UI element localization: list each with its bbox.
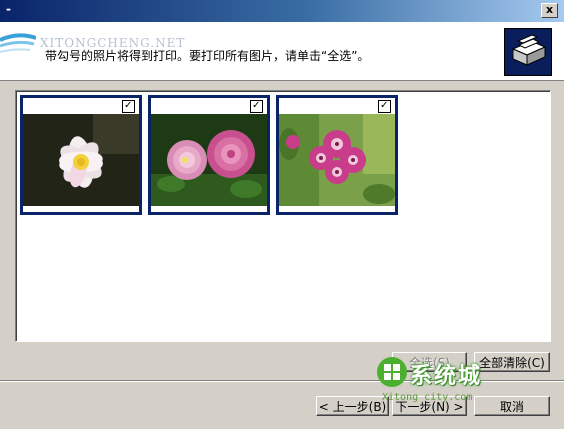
photo-item-peonies[interactable]: ✓ <box>148 95 270 215</box>
checkmark-icon: ✓ <box>124 100 133 111</box>
wizard-header: XITONGCHENG.NET 带勾号的照片将得到打印。要打印所有图片，请单击“… <box>0 22 564 81</box>
clear-all-button[interactable]: 全部清除(C) <box>474 352 550 372</box>
photo-item-geranium[interactable]: ✓ <box>276 95 398 215</box>
back-button[interactable]: < 上一步(B) <box>316 396 389 416</box>
geranium-photo <box>279 114 395 206</box>
photo-list: ✓ ✓ ✓ <box>15 90 551 342</box>
photo-checkbox-geranium[interactable]: ✓ <box>378 100 391 113</box>
select-all-button[interactable]: 全选(S) <box>392 352 467 372</box>
title-bar: - x <box>0 0 564 22</box>
cancel-button[interactable]: 取消 <box>474 396 550 416</box>
title-mark: - <box>6 2 11 16</box>
close-button[interactable]: x <box>541 3 558 18</box>
header-swoosh-icon <box>0 33 36 53</box>
photo-checkbox-lotus[interactable]: ✓ <box>122 100 135 113</box>
footer-separator <box>0 380 564 382</box>
checkmark-icon: ✓ <box>380 100 389 111</box>
photo-item-lotus[interactable]: ✓ <box>20 95 142 215</box>
next-button[interactable]: 下一步(N) > <box>392 396 467 416</box>
instruction-text: 带勾号的照片将得到打印。要打印所有图片，请单击“全选”。 <box>45 49 370 63</box>
checkmark-icon: ✓ <box>252 100 261 111</box>
photo-checkbox-peonies[interactable]: ✓ <box>250 100 263 113</box>
printer-icon <box>504 28 552 76</box>
peonies-photo <box>151 114 267 206</box>
lotus-photo <box>23 114 139 206</box>
